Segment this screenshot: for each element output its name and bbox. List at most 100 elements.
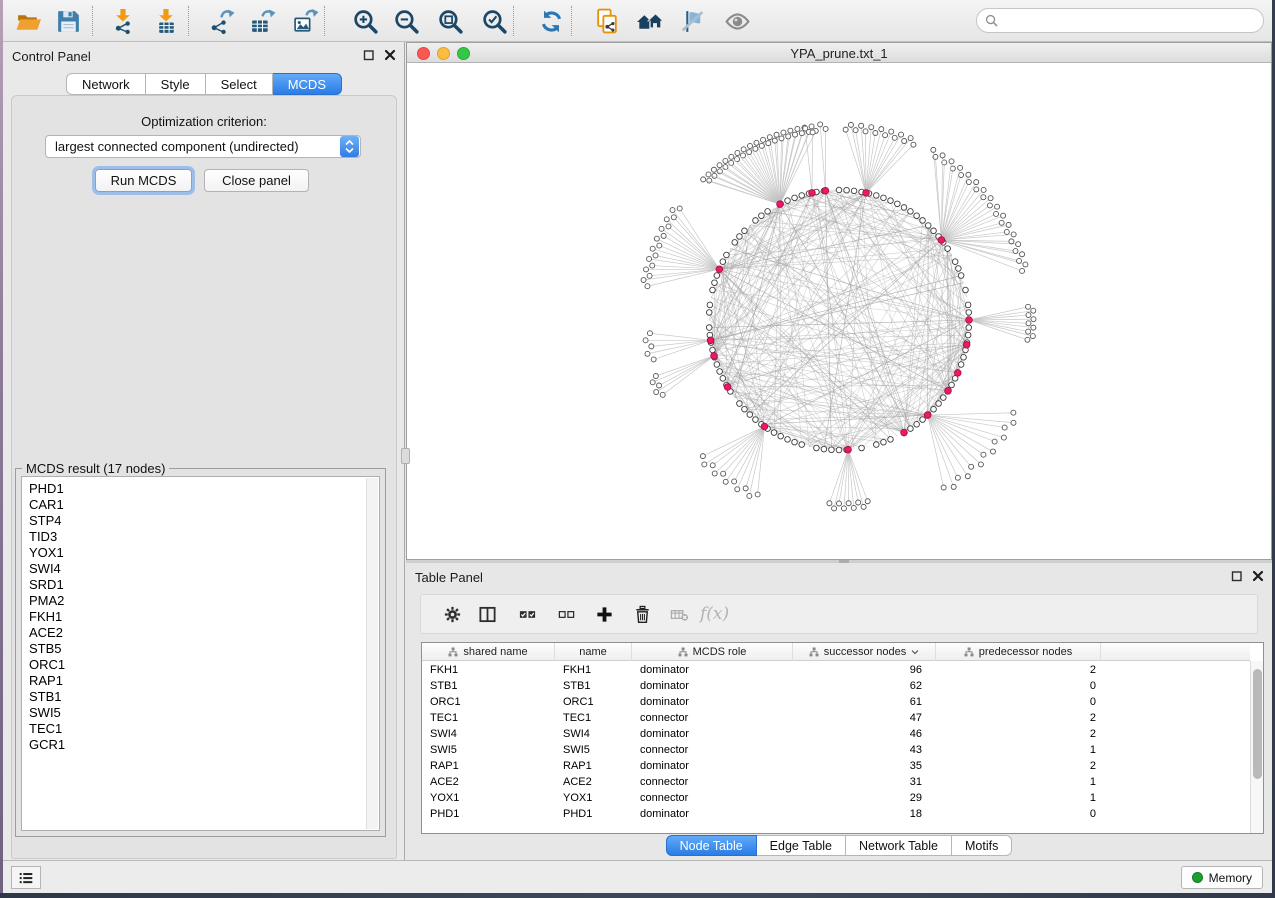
- select-stepper-icon: [340, 136, 359, 157]
- tab-select[interactable]: Select: [206, 73, 273, 95]
- zoom-selected-icon[interactable]: [477, 4, 511, 38]
- float-panel-icon[interactable]: [363, 49, 375, 61]
- sort-desc-icon: [911, 648, 919, 656]
- table-row[interactable]: SWI5SWI5connector431: [422, 742, 1250, 758]
- select-all-icon[interactable]: [516, 603, 538, 625]
- toolbar-separator: [513, 6, 514, 36]
- export-table-icon[interactable]: [245, 4, 279, 38]
- show-columns-icon[interactable]: [476, 603, 498, 625]
- mcds-list-scrollbar[interactable]: [366, 478, 378, 829]
- toolbar-search-field[interactable]: [976, 8, 1264, 33]
- export-image-icon[interactable]: [288, 4, 322, 38]
- delete-column-icon[interactable]: [631, 603, 653, 625]
- mcds-result-item[interactable]: SWI5: [22, 705, 379, 721]
- mcds-result-item[interactable]: YOX1: [22, 545, 379, 561]
- column-header-predecessor-nodes[interactable]: predecessor nodes: [936, 643, 1101, 661]
- optimization-criterion-label: Optimization criterion:: [12, 114, 396, 129]
- table-row[interactable]: RAP1RAP1dominator352: [422, 758, 1250, 774]
- search-icon: [985, 14, 998, 27]
- mcds-result-item[interactable]: SWI4: [22, 561, 379, 577]
- mcds-result-item[interactable]: PHD1: [22, 481, 379, 497]
- optimization-criterion-select[interactable]: largest connected component (undirected): [45, 135, 361, 158]
- table-panel-tabs: Node TableEdge TableNetwork TableMotifs: [406, 835, 1272, 856]
- table-row[interactable]: PHD1PHD1dominator180: [422, 806, 1250, 822]
- control-panel-tabs: NetworkStyleSelectMCDS: [3, 73, 405, 95]
- table-settings-gear-icon[interactable]: [441, 603, 463, 625]
- import-network-icon[interactable]: [106, 4, 140, 38]
- open-session-icon[interactable]: [11, 4, 45, 38]
- panel-splitter-grip[interactable]: [401, 448, 410, 464]
- import-table-icon[interactable]: [149, 4, 183, 38]
- network-home-icon[interactable]: [632, 4, 666, 38]
- node-table-header: shared namenameMCDS rolesuccessor nodesp…: [422, 643, 1250, 661]
- column-header-successor-nodes[interactable]: successor nodes: [793, 643, 936, 661]
- zoom-in-icon[interactable]: [348, 4, 382, 38]
- tab-network[interactable]: Network: [66, 73, 146, 95]
- mcds-result-item[interactable]: SRD1: [22, 577, 379, 593]
- list-icon: [17, 869, 35, 887]
- tab-mcds[interactable]: MCDS: [273, 73, 342, 95]
- close-panel-button[interactable]: Close panel: [204, 169, 309, 192]
- mcds-result-group: MCDS result (17 nodes) PHD1CAR1STP4TID3Y…: [15, 468, 386, 837]
- mcds-result-item[interactable]: TEC1: [22, 721, 379, 737]
- mcds-result-item[interactable]: STB1: [22, 689, 379, 705]
- table-row[interactable]: ACE2ACE2connector311: [422, 774, 1250, 790]
- table-row[interactable]: SWI4SWI4dominator462: [422, 726, 1250, 742]
- table-scrollbar-thumb[interactable]: [1253, 669, 1262, 779]
- clone-network-icon[interactable]: [590, 4, 624, 38]
- column-header-shared-name[interactable]: shared name: [422, 643, 555, 661]
- save-session-icon[interactable]: [51, 4, 85, 38]
- mcds-tab-content: Optimization criterion: largest connecte…: [11, 95, 397, 859]
- tab-node-table[interactable]: Node Table: [666, 835, 757, 856]
- mcds-result-list-box: PHD1CAR1STP4TID3YOX1SWI4SRD1PMA2FKH1ACE2…: [21, 476, 380, 831]
- float-panel-icon[interactable]: [1231, 570, 1243, 582]
- column-header-MCDS-role[interactable]: MCDS role: [632, 643, 793, 661]
- table-row[interactable]: ORC1ORC1dominator610: [422, 694, 1250, 710]
- network-canvas[interactable]: [407, 63, 1271, 559]
- mcds-result-item[interactable]: TID3: [22, 529, 379, 545]
- table-scrollbar[interactable]: [1250, 661, 1263, 833]
- table-row[interactable]: TEC1TEC1connector472: [422, 710, 1250, 726]
- tab-edge-table[interactable]: Edge Table: [757, 835, 846, 856]
- close-panel-icon[interactable]: [384, 49, 396, 61]
- table-row[interactable]: FKH1FKH1dominator962: [422, 662, 1250, 678]
- mcds-result-item[interactable]: FKH1: [22, 609, 379, 625]
- node-table-body: FKH1FKH1dominator962STB1STB1dominator620…: [422, 662, 1250, 833]
- column-header-name[interactable]: name: [555, 643, 632, 661]
- mcds-result-item[interactable]: ORC1: [22, 657, 379, 673]
- mcds-result-item[interactable]: STB5: [22, 641, 379, 657]
- add-column-icon[interactable]: [593, 603, 615, 625]
- tab-style[interactable]: Style: [146, 73, 206, 95]
- mcds-result-item[interactable]: GCR1: [22, 737, 379, 753]
- toolbar-separator: [92, 6, 93, 36]
- run-mcds-button[interactable]: Run MCDS: [95, 169, 192, 192]
- close-panel-icon[interactable]: [1252, 570, 1264, 582]
- control-panel: Control Panel NetworkStyleSelectMCDS Opt…: [3, 42, 405, 860]
- mcds-result-item[interactable]: STP4: [22, 513, 379, 529]
- optimization-criterion-value: largest connected component (undirected): [46, 139, 340, 154]
- node-table: shared namenameMCDS rolesuccessor nodesp…: [421, 642, 1264, 834]
- mcds-result-title: MCDS result (17 nodes): [22, 461, 169, 476]
- network-window-titlebar[interactable]: YPA_prune.txt_1: [407, 43, 1271, 63]
- mcds-result-item[interactable]: CAR1: [22, 497, 379, 513]
- tab-motifs[interactable]: Motifs: [952, 835, 1012, 856]
- mcds-result-item[interactable]: ACE2: [22, 625, 379, 641]
- tab-network-table[interactable]: Network Table: [846, 835, 952, 856]
- refresh-view-icon[interactable]: [534, 4, 568, 38]
- zoom-out-icon[interactable]: [389, 4, 423, 38]
- memory-button[interactable]: Memory: [1181, 866, 1263, 889]
- export-network-icon[interactable]: [205, 4, 239, 38]
- task-history-button[interactable]: [11, 866, 41, 889]
- search-input[interactable]: [998, 14, 1263, 28]
- control-panel-title: Control Panel: [12, 49, 91, 64]
- network-window-title: YPA_prune.txt_1: [407, 46, 1271, 61]
- birdseye-view-icon[interactable]: [720, 4, 754, 38]
- hide-annotations-icon[interactable]: [675, 4, 709, 38]
- mcds-result-item[interactable]: RAP1: [22, 673, 379, 689]
- zoom-fit-icon[interactable]: [433, 4, 467, 38]
- table-row[interactable]: STB1STB1dominator620: [422, 678, 1250, 694]
- cytoscape-app-window: Control Panel NetworkStyleSelectMCDS Opt…: [3, 0, 1272, 893]
- mcds-result-item[interactable]: PMA2: [22, 593, 379, 609]
- table-row[interactable]: YOX1YOX1connector291: [422, 790, 1250, 806]
- unselect-all-icon[interactable]: [555, 603, 577, 625]
